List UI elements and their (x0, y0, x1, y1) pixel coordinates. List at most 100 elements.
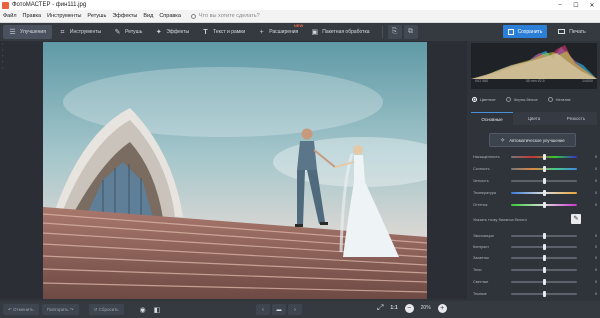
slider-track[interactable] (511, 177, 577, 184)
slider-track[interactable] (511, 254, 577, 261)
slider-whites[interactable]: Светлые 0 (473, 278, 597, 285)
slider-thumb[interactable] (543, 177, 546, 184)
tab-basic[interactable]: Основные (471, 112, 513, 125)
maximize-button[interactable]: ☐ (568, 2, 584, 9)
toolbar-divider (381, 26, 383, 38)
menu-edit[interactable]: Правка (23, 13, 42, 19)
menu-file[interactable]: Файл (3, 13, 17, 19)
tab-effects[interactable]: ✦ Эффекты (149, 25, 195, 39)
minimize-button[interactable]: – (552, 2, 568, 8)
slider-track[interactable] (511, 290, 577, 297)
auto-enhance-label: Автоматическое улучшение (509, 137, 565, 143)
menu-effects[interactable]: Эффекты (112, 13, 137, 19)
side-collapse-arrows[interactable]: › › › › › (0, 41, 8, 71)
new-badge: NEW (293, 23, 304, 28)
folder-icon[interactable]: ▬ (272, 304, 286, 315)
redo-button[interactable]: Повторить ↷ (41, 304, 79, 315)
prev-image-button[interactable]: ‹ (256, 304, 270, 315)
text-icon: T (203, 28, 208, 36)
slider-track[interactable] (511, 153, 577, 160)
print-label: Печать (569, 28, 586, 35)
compare-icon[interactable]: ⧉ (403, 25, 418, 39)
fit-screen-icon[interactable]: ⤢ (377, 303, 383, 313)
slider-thumb[interactable] (543, 232, 546, 239)
next-image-button[interactable]: › (288, 304, 302, 315)
tab-batch[interactable]: ▣ Пакетная обработка (305, 25, 375, 39)
tab-tools[interactable]: ⌗ Инструменты (53, 25, 107, 39)
slider-track[interactable] (511, 165, 577, 172)
split-view-icon[interactable]: ◧ (154, 306, 161, 314)
slider-thumb[interactable] (543, 153, 546, 160)
slider-highlights[interactable]: Засветки 0 (473, 254, 597, 261)
slider-thumb[interactable] (543, 254, 546, 261)
slider-label: Тени (473, 267, 482, 272)
slider-thumb[interactable] (543, 278, 546, 285)
slider-tint[interactable]: Оттенок 0 (473, 201, 597, 208)
tab-retouch[interactable]: ✎ Ретушь (108, 25, 148, 39)
file-navigation: ‹ ▬ › (256, 304, 304, 315)
slider-exposure[interactable]: Экспозиция 0 (473, 232, 597, 239)
zoom-out-button[interactable]: − (404, 303, 414, 313)
slider-thumb[interactable] (543, 243, 546, 250)
slider-label: Температура (473, 190, 496, 195)
white-balance-row: Указать точку баланса белого ✎ (473, 214, 597, 224)
slider-thumb[interactable] (543, 165, 546, 172)
slider-thumb[interactable] (543, 189, 546, 196)
slider-track[interactable] (511, 278, 577, 285)
slider-value: 0 (594, 279, 597, 284)
slider-label: Темные (473, 291, 487, 296)
reset-label: Сбросить (98, 307, 119, 312)
save-button[interactable]: Сохранить (503, 25, 547, 38)
mode-black-white[interactable]: Черно-белое (505, 97, 538, 102)
tab-enhancements[interactable]: ☰ Улучшения (3, 25, 52, 39)
photo-canvas[interactable] (43, 42, 427, 299)
menu-retouch[interactable]: Ретушь (87, 13, 106, 19)
magic-wand-icon: ✦ (155, 28, 162, 36)
slider-blacks[interactable]: Темные 0 (473, 290, 597, 297)
tab-colors[interactable]: Цвета (513, 112, 555, 125)
printer-icon (558, 29, 566, 34)
eyedropper-icon[interactable]: ✎ (571, 214, 581, 224)
slider-track[interactable] (511, 189, 577, 196)
menu-help[interactable]: Справка (159, 13, 181, 19)
tab-sharpness[interactable]: Резкость (555, 112, 597, 125)
menu-view[interactable]: Вид (143, 13, 153, 19)
histogram-graph (471, 45, 597, 79)
slider-contrast[interactable]: Контраст 0 (473, 243, 597, 250)
undo-button[interactable]: ↶ Отменить (3, 304, 39, 315)
tab-label: Пакетная обработка (322, 29, 370, 35)
iso-value: ISO 560 (475, 79, 489, 83)
menu-tools[interactable]: Инструменты (47, 13, 81, 19)
slider-value: 0 (594, 190, 597, 195)
reset-button[interactable]: ↺ Сбросить (88, 304, 124, 315)
radio (505, 97, 511, 102)
slider-thumb[interactable] (543, 290, 546, 297)
slider-track[interactable] (511, 201, 577, 208)
slider-temperature[interactable]: Температура 0 (473, 189, 597, 196)
zoom-actual-button[interactable]: 1:1 (390, 305, 397, 311)
slider-shadows[interactable]: Тени 0 (473, 266, 597, 273)
print-button[interactable]: Печать (551, 25, 593, 38)
search-box[interactable]: Что вы хотите сделать? (190, 13, 260, 19)
tab-text-frames[interactable]: T Текст и рамки (196, 25, 251, 39)
slider-thumb[interactable] (543, 266, 546, 273)
mode-color[interactable]: Цветное (472, 97, 496, 102)
slider-saturation[interactable]: Насыщенность 0 (473, 153, 597, 160)
slider-track[interactable] (511, 232, 577, 239)
slider-clarity[interactable]: Четкость 0 (473, 177, 597, 184)
tab-label: Улучшения (20, 29, 46, 35)
app-logo-icon (2, 1, 9, 9)
history-icon[interactable]: ⎘ (387, 25, 402, 39)
auto-enhance-button[interactable]: ✧ Автоматическое улучшение (489, 133, 576, 147)
mode-negative[interactable]: Негатив (547, 97, 570, 102)
slider-vibrance[interactable]: Сочность 0 (473, 165, 597, 172)
close-button[interactable]: ✕ (584, 2, 600, 9)
slider-label: Сочность (473, 166, 490, 171)
eye-icon[interactable]: ◉ (140, 306, 146, 314)
slider-thumb[interactable] (543, 201, 546, 208)
tab-extensions[interactable]: + Расширения NEW (252, 23, 304, 39)
slider-value: 0 (594, 233, 597, 238)
slider-track[interactable] (511, 266, 577, 273)
slider-track[interactable] (511, 243, 577, 250)
zoom-in-button[interactable]: + (437, 303, 447, 313)
